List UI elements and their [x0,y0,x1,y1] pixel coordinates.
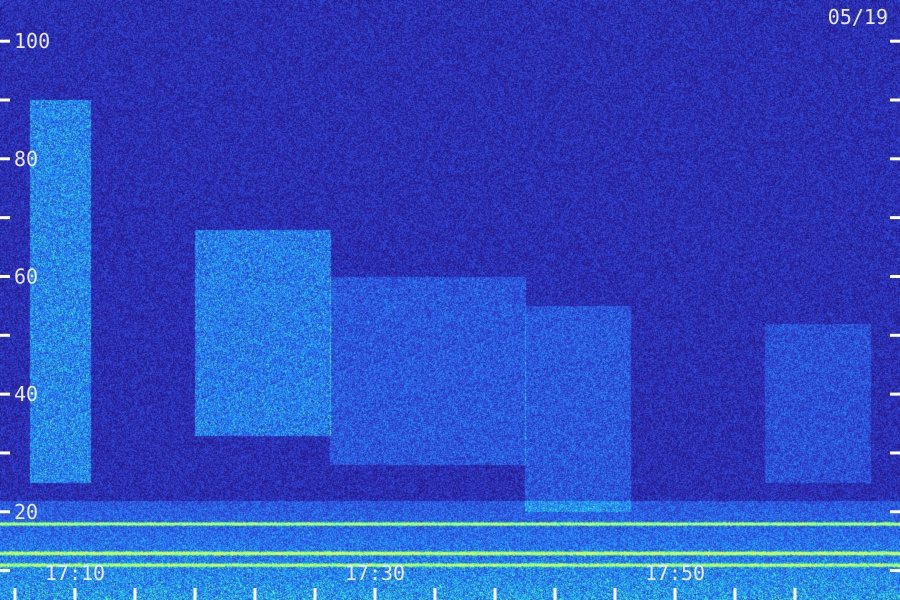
x-tick-label-1750: 17:50 [645,561,705,585]
x-tick-label-1710: 17:10 [45,561,105,585]
chart-axes: 100 80 60 40 20 17:10 17:30 17:50 05/19 [0,5,900,600]
spectrogram-chart: 100 80 60 40 20 17:10 17:30 17:50 05/19 [0,0,900,600]
y-tick-label-100: 100 [14,29,50,53]
x-tick-label-1730: 17:30 [345,561,405,585]
y-tick-label-60: 60 [14,264,38,288]
y-tick-label-40: 40 [14,382,38,406]
x-axis: 17:10 17:30 17:50 [13,561,797,600]
date-label: 05/19 [828,5,888,29]
y-tick-label-80: 80 [14,147,38,171]
y-axis: 100 80 60 40 20 [0,29,900,573]
y-tick-label-20: 20 [14,500,38,524]
